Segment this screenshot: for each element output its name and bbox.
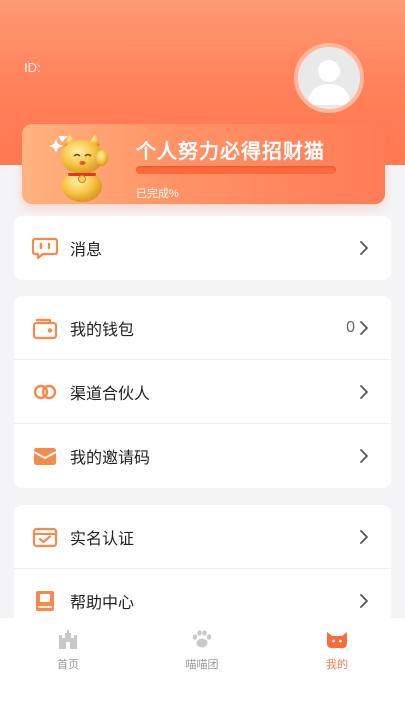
message-bubble-icon bbox=[32, 237, 58, 260]
chevron-right-icon bbox=[360, 385, 368, 399]
tab-label: 喵喵团 bbox=[185, 659, 219, 671]
lucky-cat-banner[interactable]: 个人努力必得招财猫 已完成% bbox=[22, 124, 385, 204]
banner-title: 个人努力必得招财猫 bbox=[136, 141, 325, 163]
chevron-right-icon bbox=[360, 321, 368, 335]
tab-team[interactable]: 喵喵团 bbox=[162, 628, 242, 672]
wallet-icon bbox=[32, 318, 58, 340]
service-card: 实名认证 帮助中心 bbox=[14, 505, 391, 633]
menu-item-label: 我的钱包 bbox=[70, 321, 135, 339]
menu-item-wallet[interactable]: 我的钱包 0 bbox=[14, 296, 391, 360]
menu-item-label: 帮助中心 bbox=[70, 595, 135, 612]
tab-home[interactable]: 首页 bbox=[28, 628, 108, 672]
castle-icon bbox=[59, 630, 77, 649]
menu-item-messages[interactable]: 消息 bbox=[14, 216, 391, 280]
cat-face-icon bbox=[327, 632, 347, 648]
menu-item-invite[interactable]: 我的邀请码 bbox=[14, 424, 391, 488]
account-card: 我的钱包 0 渠道合伙人 我的邀请码 bbox=[14, 296, 391, 488]
menu-item-label: 渠道合伙人 bbox=[70, 385, 151, 403]
bottom-tab-bar: 首页 喵喵团 我的 bbox=[0, 618, 405, 720]
progress-label: 已完成% bbox=[136, 188, 179, 200]
lucky-cat-icon bbox=[49, 134, 108, 202]
id-card-check-icon bbox=[32, 527, 58, 548]
menu-item-partner[interactable]: 渠道合伙人 bbox=[14, 360, 391, 424]
tab-label: 首页 bbox=[57, 659, 79, 671]
link-icon bbox=[33, 384, 57, 400]
chevron-right-icon bbox=[360, 530, 368, 544]
chevron-right-icon bbox=[360, 594, 368, 608]
envelope-icon bbox=[33, 448, 57, 465]
default-avatar-icon bbox=[307, 60, 351, 105]
chevron-right-icon bbox=[360, 449, 368, 463]
chevron-right-icon bbox=[360, 241, 368, 255]
wallet-balance: 0 bbox=[346, 318, 355, 336]
menu-item-label: 实名认证 bbox=[70, 530, 135, 548]
paw-icon bbox=[192, 630, 212, 648]
progress-bar bbox=[136, 166, 336, 174]
tab-mine[interactable]: 我的 bbox=[297, 628, 377, 672]
menu-item-verify[interactable]: 实名认证 bbox=[14, 505, 391, 569]
tab-label: 我的 bbox=[326, 659, 348, 671]
messages-card: 消息 bbox=[14, 216, 391, 280]
help-book-icon bbox=[36, 591, 54, 611]
menu-item-label: 我的邀请码 bbox=[70, 450, 151, 467]
menu-item-label: 消息 bbox=[70, 242, 103, 259]
avatar[interactable] bbox=[294, 43, 364, 113]
user-id-label: ID: bbox=[24, 60, 41, 75]
